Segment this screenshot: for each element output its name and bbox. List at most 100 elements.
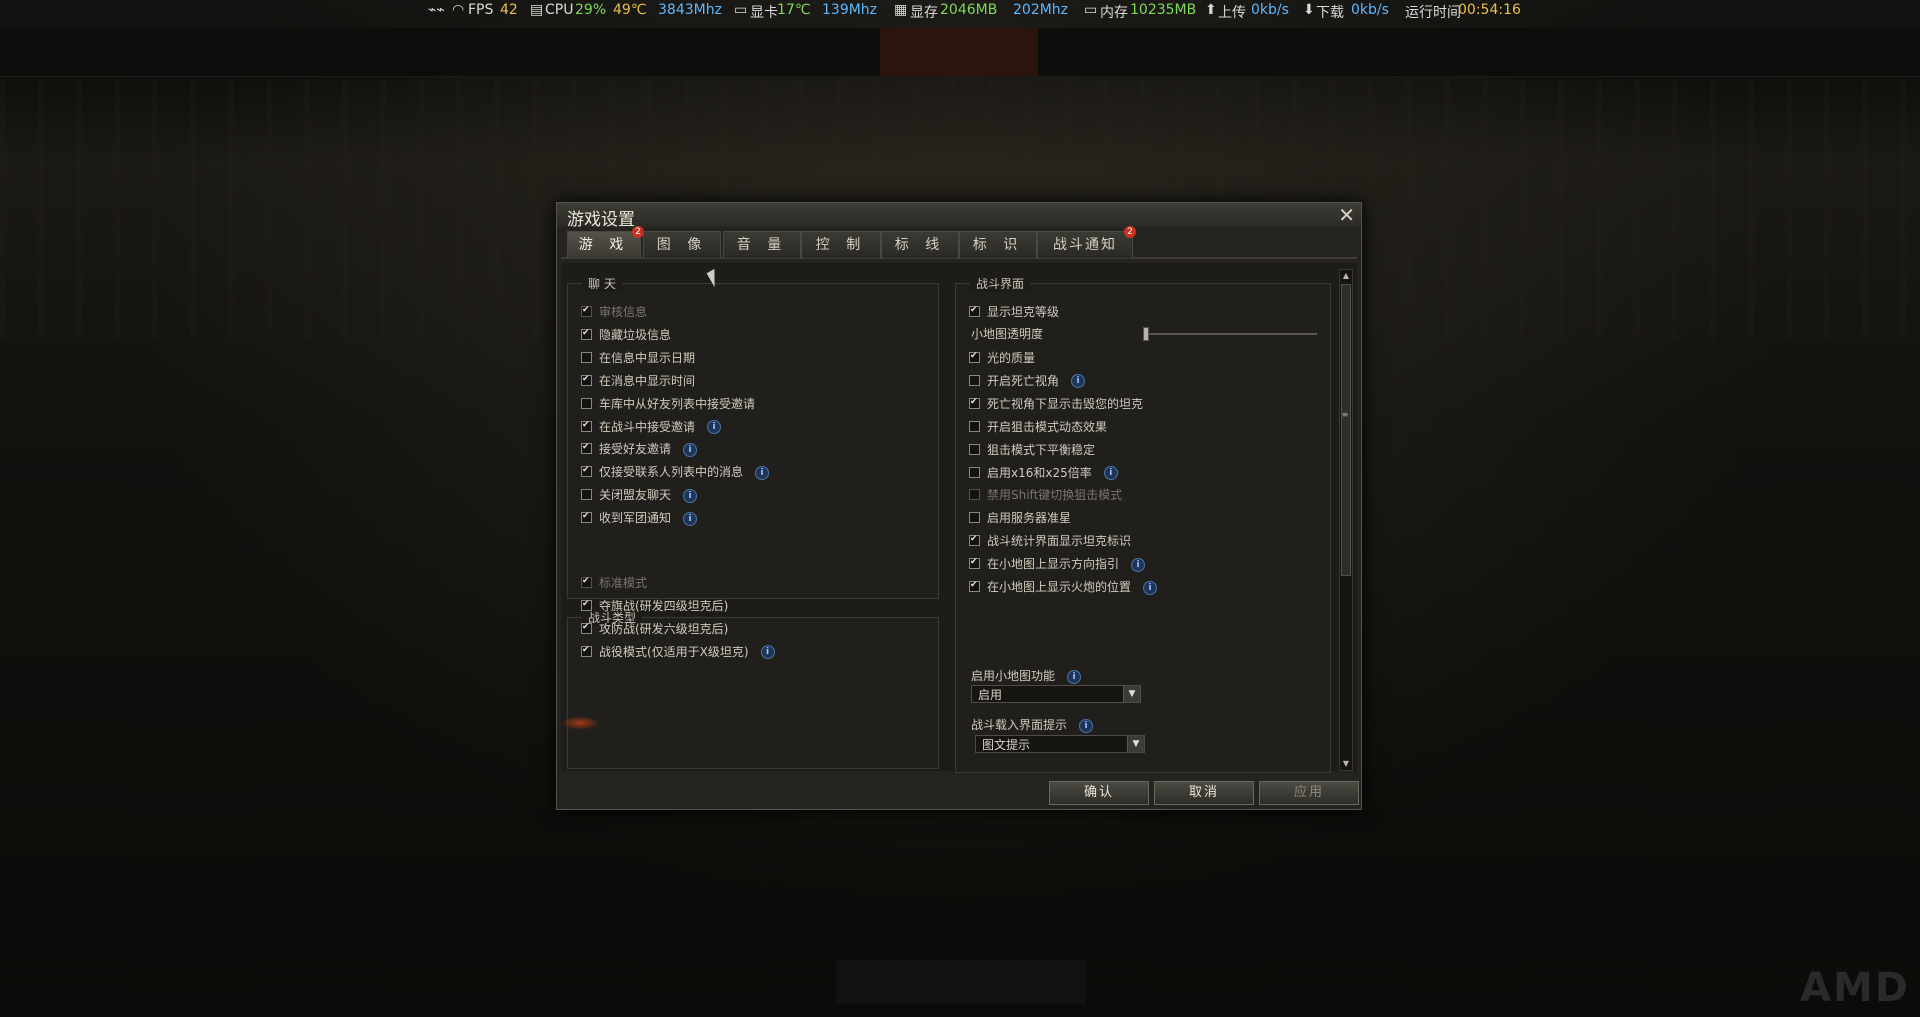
setting-option[interactable]: 在消息中显示时间 — [581, 372, 695, 390]
setting-option[interactable]: 战斗统计界面显示坦克标识 — [969, 532, 1131, 550]
checkbox[interactable] — [969, 512, 980, 524]
info-icon[interactable]: i — [683, 511, 698, 526]
setting-option[interactable]: 战役模式(仅适用于X级坦克) i — [581, 643, 775, 661]
tab-controls[interactable]: 控 制 — [801, 231, 881, 258]
slider-handle[interactable] — [1143, 327, 1149, 341]
info-icon[interactable]: i — [1103, 466, 1118, 480]
performance-overlay: ⌁⌁ ◠ FPS 42 ▤ CPU 29% 49℃ 3843Mhz ▭ 显卡 1… — [0, 0, 1920, 22]
settings-scrollbar[interactable]: ▲ ≡ ▼ — [1339, 269, 1353, 771]
info-icon[interactable]: i — [760, 645, 775, 660]
checkbox[interactable] — [969, 306, 980, 317]
setting-option: 审核信息 — [581, 303, 647, 321]
setting-option[interactable]: 夺旗战(研发四级坦克后) — [581, 597, 728, 615]
vram-label: 显存 — [910, 5, 938, 21]
checkbox[interactable] — [581, 489, 592, 501]
option-label: 禁用Shift键切换狙击模式 — [987, 488, 1123, 503]
setting-option[interactable]: 启用服务器准星 — [969, 509, 1071, 527]
close-icon[interactable]: ✕ — [1338, 203, 1355, 227]
checkbox[interactable] — [969, 443, 980, 455]
tab-reticle[interactable]: 标 线 — [881, 231, 959, 258]
checkbox[interactable] — [581, 397, 592, 409]
tab-graphics[interactable]: 图 像 — [643, 231, 721, 258]
info-icon[interactable]: i — [755, 465, 770, 480]
checkbox[interactable] — [581, 374, 592, 386]
setting-option[interactable]: 在小地图上显示火炮的位置 i — [969, 578, 1158, 596]
minimap-opacity-slider[interactable] — [1143, 333, 1317, 335]
option-label: 死亡视角下显示击毁您的坦克 — [987, 396, 1144, 411]
checkbox[interactable] — [581, 645, 592, 657]
tab-battle-notifications[interactable]: 战斗通知 2 — [1037, 226, 1136, 258]
checkbox[interactable] — [581, 328, 592, 340]
setting-option[interactable]: 在战斗中接受邀请 i — [581, 418, 722, 436]
setting-option[interactable]: 开启狙击模式动态效果 — [969, 418, 1107, 436]
checkbox[interactable] — [581, 622, 592, 634]
loading-hint-select[interactable]: 图文提示 ▼ — [975, 735, 1145, 753]
info-icon[interactable]: i — [683, 442, 698, 457]
tab-label: 音 量 — [736, 237, 788, 253]
info-icon[interactable]: i — [707, 420, 722, 434]
tab-game[interactable]: 游 戏 2 — [567, 226, 644, 258]
chevron-down-icon: ▼ — [1123, 686, 1140, 702]
setting-option[interactable]: 启用x16和x25倍率 i — [969, 464, 1118, 482]
fps-label: FPS — [468, 2, 494, 18]
setting-option[interactable]: 关闭盟友聊天 i — [581, 486, 698, 504]
setting-option[interactable]: 开启死亡视角 i — [969, 372, 1086, 390]
info-icon[interactable]: i — [1067, 669, 1082, 684]
cpu-icon: ▤ — [530, 2, 544, 18]
setting-option[interactable]: 光的质量 — [969, 349, 1035, 367]
gpu-clock: 139Mhz — [822, 2, 878, 18]
checkbox[interactable] — [969, 558, 980, 570]
minimap-feature-text: 启用小地图功能 — [971, 669, 1056, 683]
option-label: 在小地图上显示方向指引 — [987, 557, 1120, 572]
option-label: 收到军团通知 — [599, 511, 672, 526]
show-tank-tier-option[interactable]: 显示坦克等级 — [969, 303, 1059, 321]
checkbox[interactable] — [969, 466, 980, 478]
option-label: 开启狙击模式动态效果 — [987, 419, 1108, 434]
info-icon[interactable]: i — [683, 488, 698, 503]
setting-option[interactable]: 在小地图上显示方向指引 i — [969, 555, 1146, 573]
scroll-down-icon[interactable]: ▼ — [1340, 758, 1352, 770]
tab-markers[interactable]: 标 识 — [959, 231, 1037, 258]
setting-option[interactable]: 死亡视角下显示击毁您的坦克 — [969, 395, 1143, 413]
upload-icon: ⬆ — [1205, 2, 1217, 18]
setting-option[interactable]: 隐藏垃圾信息 — [581, 326, 671, 344]
option-label: 光的质量 — [987, 351, 1036, 365]
checkbox[interactable] — [969, 352, 980, 363]
setting-option[interactable]: 仅接受联系人列表中的消息 i — [581, 463, 770, 481]
checkbox[interactable] — [969, 581, 980, 592]
ram-icon: ▭ — [1084, 2, 1098, 18]
select-value: 启用 — [978, 688, 1003, 702]
loading-hint-text: 战斗载入界面提示 — [971, 718, 1068, 732]
checkbox[interactable] — [969, 535, 980, 547]
checkbox[interactable] — [969, 397, 980, 409]
confirm-button[interactable]: 确认 — [1049, 781, 1149, 805]
checkbox[interactable] — [969, 420, 980, 432]
checkbox[interactable] — [581, 599, 592, 611]
checkbox[interactable] — [581, 443, 592, 455]
minimap-feature-select[interactable]: 启用 ▼ — [971, 685, 1141, 703]
checkbox[interactable] — [581, 466, 592, 478]
scroll-up-icon[interactable]: ▲ — [1340, 270, 1352, 282]
info-icon[interactable]: i — [1071, 374, 1086, 389]
info-icon[interactable]: i — [1143, 580, 1158, 595]
apply-button[interactable]: 应用 — [1259, 781, 1359, 805]
scroll-thumb[interactable] — [1341, 284, 1351, 576]
info-icon[interactable]: i — [1131, 557, 1146, 572]
setting-option[interactable]: 狙击模式下平衡稳定 — [969, 441, 1095, 459]
ram-label: 内存 — [1100, 5, 1128, 21]
checkbox[interactable] — [969, 374, 980, 386]
info-icon[interactable]: i — [1079, 718, 1094, 733]
cancel-button[interactable]: 取消 — [1154, 781, 1254, 805]
gpu-icon: ▭ — [734, 2, 748, 18]
setting-option[interactable]: 车库中从好友列表中接受邀请 — [581, 395, 755, 413]
setting-option[interactable]: 在信息中显示日期 — [581, 349, 695, 367]
checkbox[interactable] — [581, 420, 592, 432]
setting-option[interactable]: 攻防战(研发六级坦克后) — [581, 620, 728, 638]
setting-option[interactable]: 收到军团通知 i — [581, 509, 698, 527]
checkbox[interactable] — [581, 512, 592, 524]
runtime-label: 运行时间 — [1405, 5, 1461, 21]
tab-sound[interactable]: 音 量 — [723, 231, 801, 258]
setting-option[interactable]: 接受好友邀请 i — [581, 440, 698, 458]
option-label: 夺旗战(研发四级坦克后) — [599, 598, 729, 613]
checkbox[interactable] — [581, 351, 592, 363]
